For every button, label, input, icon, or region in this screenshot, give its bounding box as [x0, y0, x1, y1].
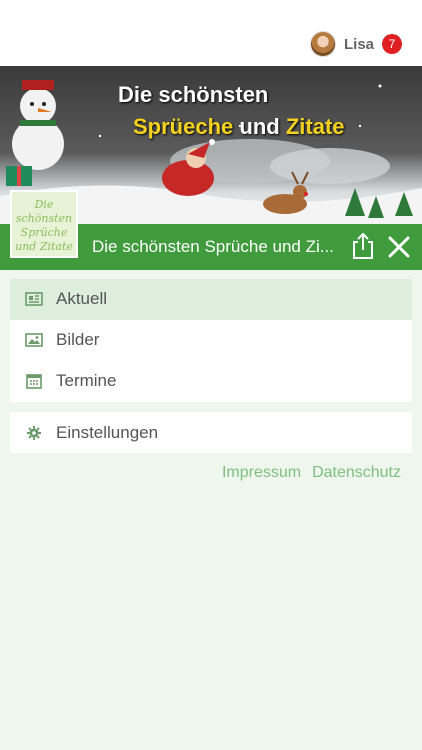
menu-item-aktuell[interactable]: Aktuell [10, 279, 412, 320]
menu-label-bilder: Bilder [56, 330, 100, 349]
close-icon [388, 236, 410, 258]
user-name[interactable]: Lisa [344, 36, 374, 53]
avatar[interactable] [309, 31, 336, 57]
datenschutz-link[interactable]: Datenschutz [312, 464, 401, 482]
footer-links: Impressum Datenschutz [222, 464, 401, 482]
menu-label-termine: Termine [56, 371, 117, 390]
menu-label-einstellungen: Einstellungen [56, 423, 159, 442]
user-profile[interactable]: Lisa 7 [309, 30, 402, 58]
banner-title-line2: Sprüeche und Zitate [133, 114, 345, 140]
share-icon [353, 232, 373, 259]
menu-item-bilder[interactable]: Bilder [10, 320, 412, 361]
share-button[interactable] [350, 232, 376, 260]
app-logo-text: Die schönsten Sprüche und Zitate [15, 198, 73, 253]
top-bar: Lisa 7 [0, 0, 422, 66]
menu-item-einstellungen[interactable]: Einstellungen [10, 412, 412, 453]
menu-item-termine[interactable]: Termine [10, 361, 412, 402]
banner-word-und: und [239, 114, 280, 139]
calendar-icon [26, 374, 42, 389]
app-title: Die schönsten Sprüche und Zi... [92, 237, 334, 256]
impressum-link[interactable]: Impressum [222, 464, 301, 482]
banner-word-zitate: Zitate [285, 114, 345, 139]
gear-icon [27, 426, 41, 440]
banner-title-line1: Die schönsten [118, 82, 269, 107]
notification-badge[interactable]: 7 [382, 34, 402, 54]
banner-word-sprueche: Sprüeche [133, 114, 234, 139]
menu-label-aktuell: Aktuell [56, 289, 108, 308]
app-logo: Die schönsten Sprüche und Zitate [10, 190, 78, 258]
image-icon [25, 333, 43, 347]
close-button[interactable] [386, 234, 412, 260]
main-menu: Aktuell Bilder Termine [10, 279, 412, 402]
newspaper-icon [25, 292, 43, 306]
